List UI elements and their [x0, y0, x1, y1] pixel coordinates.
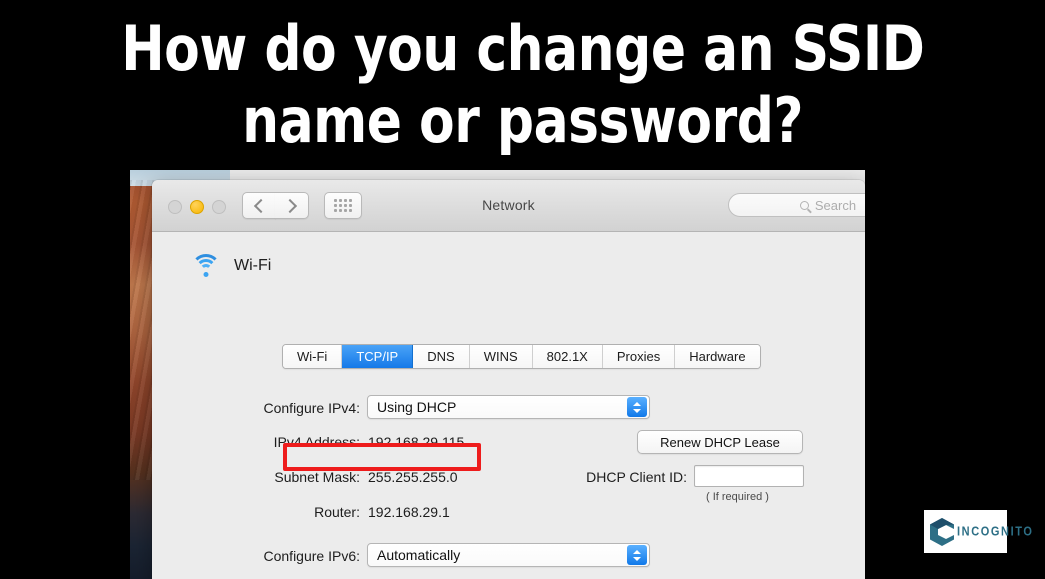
configure-ipv6-popup[interactable]: Automatically	[367, 543, 650, 567]
window-titlebar: Network Search	[152, 180, 865, 232]
search-placeholder: Search	[814, 197, 857, 213]
banner-line-1: How do you change an SSID	[120, 12, 925, 85]
dhcp-client-id-label: DHCP Client ID:	[586, 469, 687, 485]
subnet-mask-label: Subnet Mask:	[274, 469, 360, 485]
tab-dns[interactable]: DNS	[413, 345, 470, 368]
embedded-screenshot: Network Search Wi-Fi Wi-Fi TCP/IP DNS WI…	[130, 170, 865, 579]
router-v4-label: Router:	[314, 504, 360, 520]
service-name-label: Wi-Fi	[234, 257, 272, 274]
dhcp-client-id-input[interactable]	[694, 465, 804, 487]
subnet-mask-value: 255.255.255.0	[368, 469, 458, 485]
network-preferences-window: Network Search Wi-Fi Wi-Fi TCP/IP DNS WI…	[152, 180, 865, 579]
watermark-text: INCOGNITO	[957, 524, 1034, 539]
ipv4-address-label: IPv4 Address:	[273, 434, 360, 450]
banner-line-2: name or password?	[242, 84, 803, 157]
renew-dhcp-lease-button[interactable]: Renew DHCP Lease	[637, 430, 803, 454]
configure-ipv6-label: Configure IPv6:	[263, 548, 361, 564]
stepper-icon[interactable]	[627, 545, 647, 565]
configure-ipv4-popup[interactable]: Using DHCP	[367, 395, 650, 419]
wifi-icon	[190, 254, 222, 278]
service-header: Wi-Fi	[190, 254, 271, 278]
tab-wins[interactable]: WINS	[469, 345, 533, 368]
router-v4-value: 192.168.29.1	[368, 504, 450, 520]
ipv4-address-value: 192.168.29.115	[368, 434, 465, 450]
tab-wifi[interactable]: Wi-Fi	[283, 345, 343, 368]
incognito-watermark: INCOGNITO	[924, 510, 1032, 553]
tab-8021x[interactable]: 802.1X	[532, 345, 603, 368]
configure-ipv4-value: Using DHCP	[377, 399, 457, 415]
screenshot-canvas: How do you change an SSID name or passwo…	[0, 0, 1045, 579]
search-icon	[799, 200, 809, 210]
tab-bar: Wi-Fi TCP/IP DNS WINS 802.1X Proxies Har…	[282, 344, 761, 369]
configure-ipv4-label: Configure IPv4:	[263, 400, 361, 416]
tab-tcpip[interactable]: TCP/IP	[342, 345, 414, 368]
search-input[interactable]: Search	[728, 193, 865, 217]
tab-hardware[interactable]: Hardware	[675, 345, 760, 368]
tab-proxies[interactable]: Proxies	[602, 345, 676, 368]
stepper-icon[interactable]	[627, 397, 647, 417]
incognito-logo-icon	[930, 517, 954, 546]
preference-pane-content: Wi-Fi Wi-Fi TCP/IP DNS WINS 802.1X Proxi…	[152, 232, 865, 579]
title-banner: How do you change an SSID name or passwo…	[0, 0, 1045, 170]
configure-ipv6-value: Automatically	[377, 547, 461, 563]
dhcp-client-id-hint: ( If required )	[706, 491, 769, 503]
